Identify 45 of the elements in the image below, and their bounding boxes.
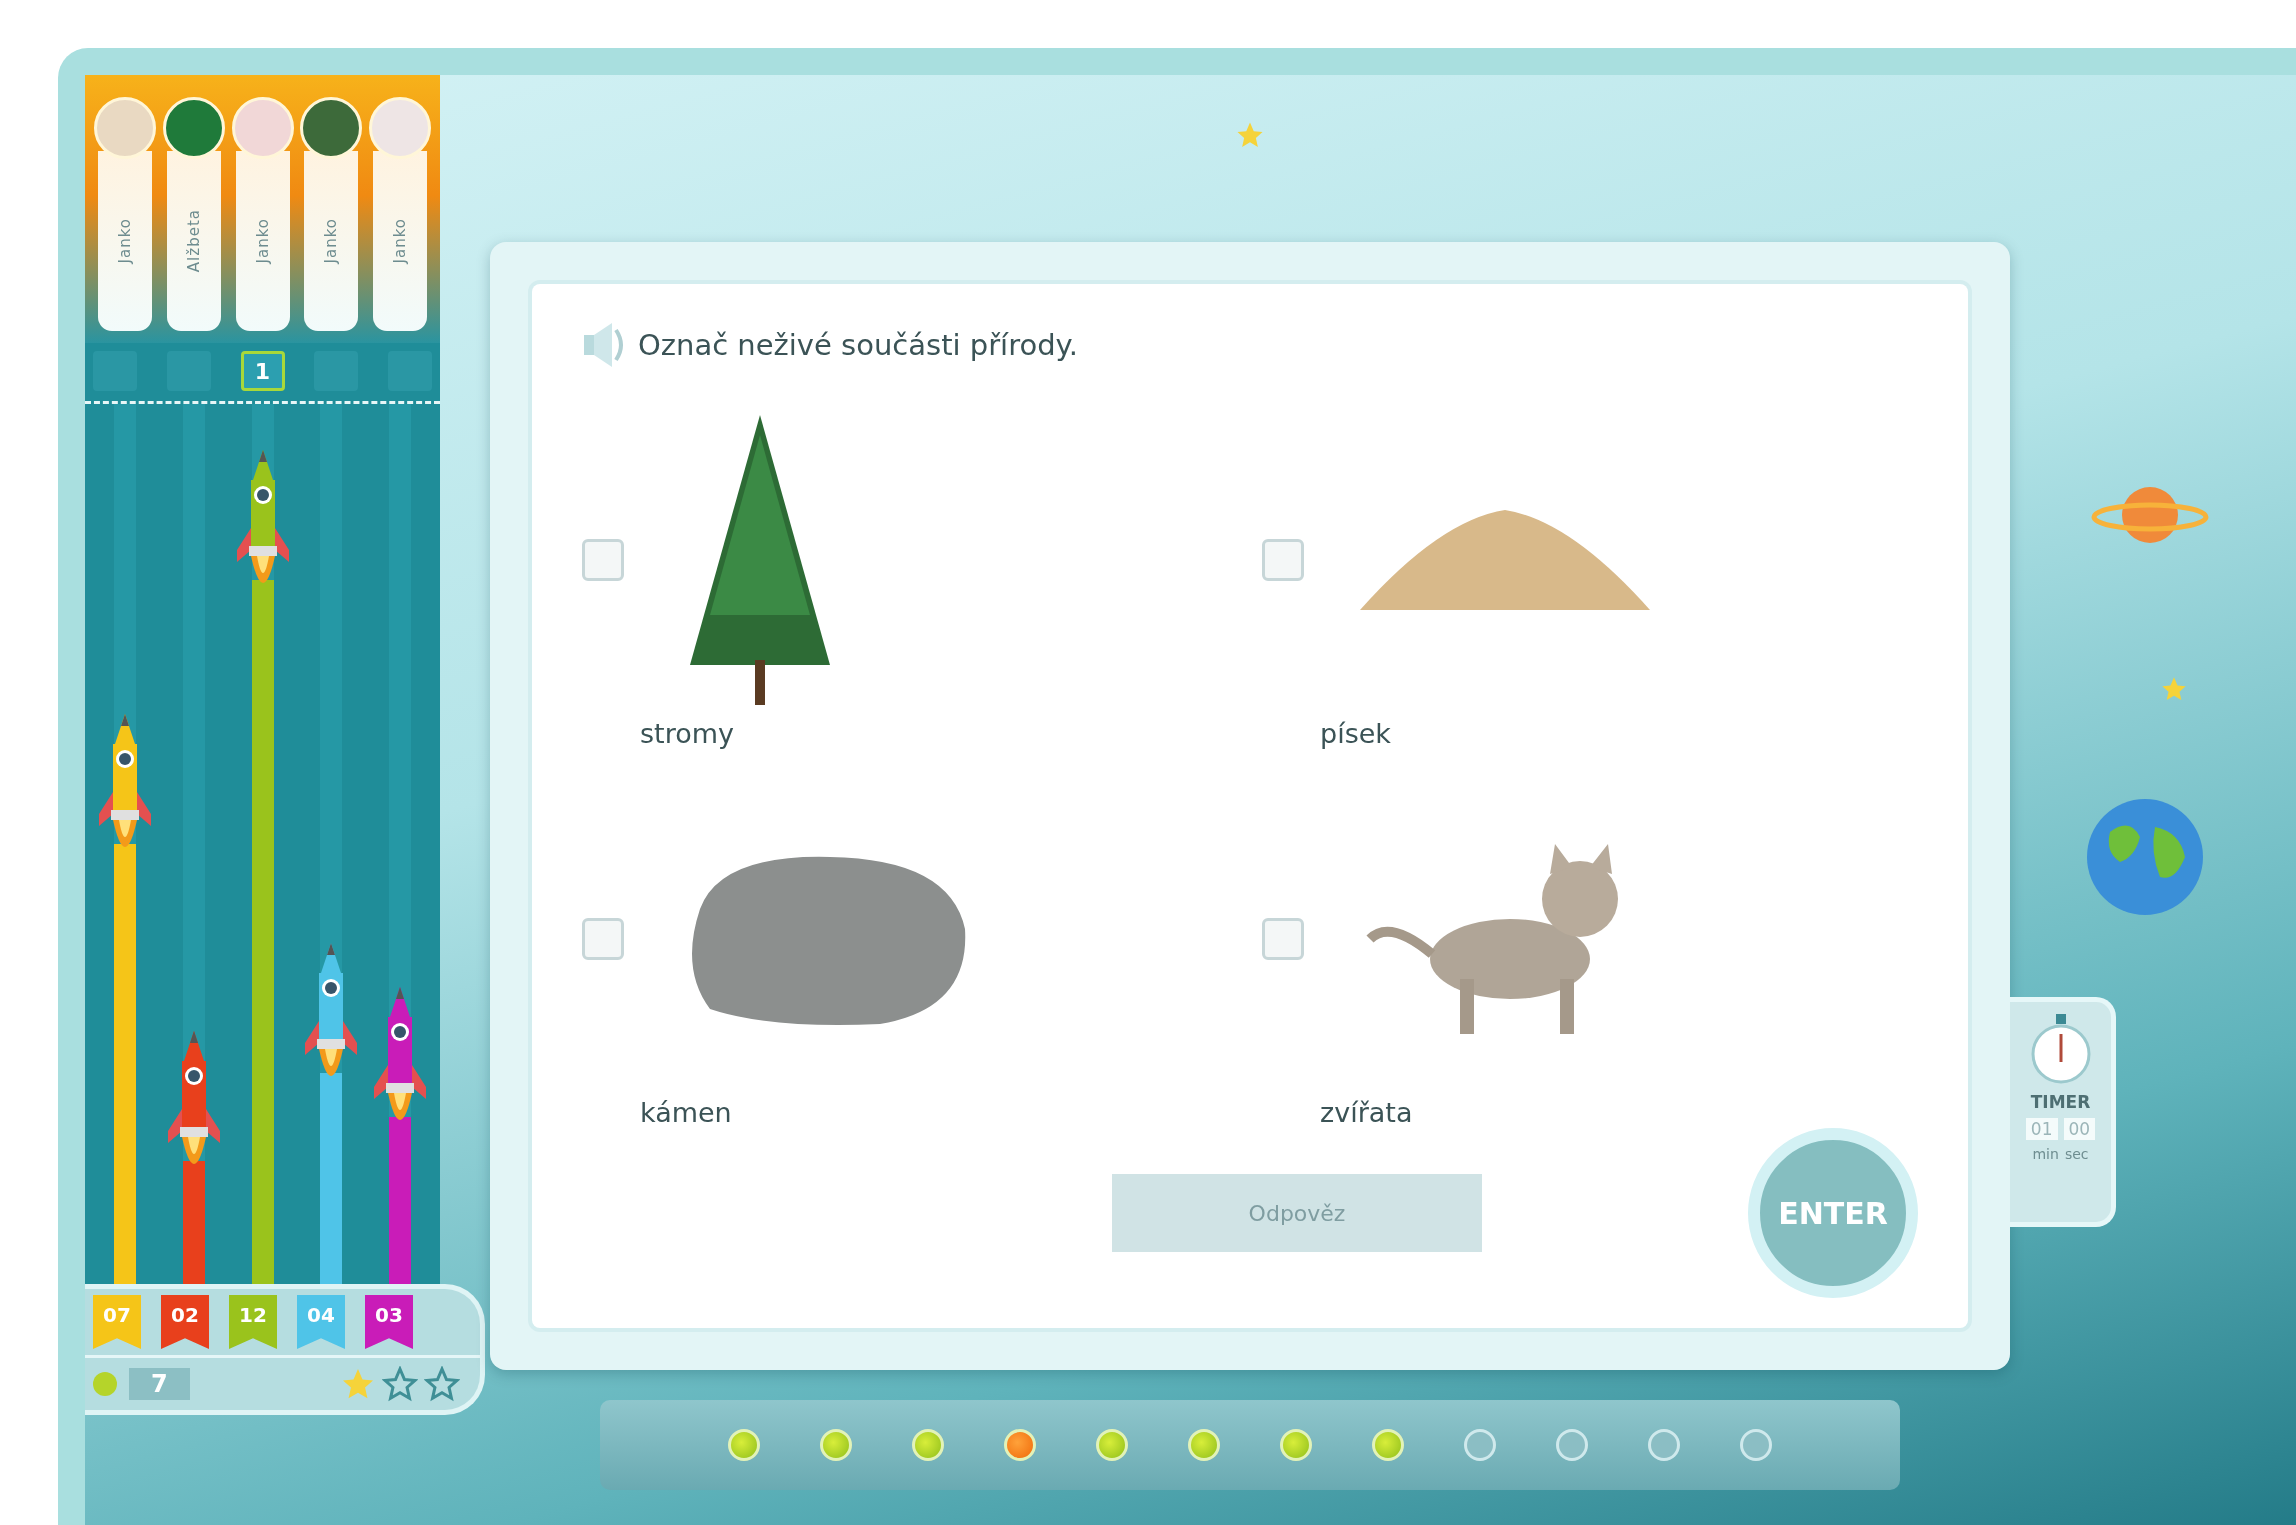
progress-dot (820, 1429, 852, 1461)
player-name: Janko (253, 218, 272, 264)
progress-dot (728, 1429, 760, 1461)
progress-dot (1096, 1429, 1128, 1461)
score-ribbon: 07 (93, 1295, 141, 1349)
checkbox[interactable] (582, 918, 624, 960)
score-ribbon: 02 (161, 1295, 209, 1349)
option-label: kámen (640, 1097, 732, 1128)
star-icon (382, 1366, 418, 1402)
coin-icon (93, 1372, 117, 1396)
player-name: Janko (391, 218, 409, 264)
timer-title: TIMER (2030, 1092, 2091, 1112)
timer-seconds: 00 (2063, 1118, 2096, 1140)
star-icon (424, 1366, 460, 1402)
player-name: Janko (116, 218, 134, 264)
progress-dot (1648, 1429, 1680, 1461)
progress-dot (1372, 1429, 1404, 1461)
star-icon (2160, 675, 2188, 703)
progress-dot (1464, 1429, 1496, 1461)
progress-dot (1740, 1429, 1772, 1461)
option-label: zvířata (1320, 1097, 1413, 1128)
score-ribbon: 04 (297, 1295, 345, 1349)
progress-dot (1188, 1429, 1220, 1461)
coin-count: 7 (129, 1368, 190, 1400)
checkbox[interactable] (1262, 918, 1304, 960)
timer-minutes: 01 (2025, 1118, 2058, 1140)
score-ribbon: 12 (229, 1295, 277, 1349)
progress-dot (912, 1429, 944, 1461)
minutes-label: min (2032, 1146, 2059, 1162)
option-label: stromy (640, 718, 734, 749)
progress-dot (1004, 1429, 1036, 1461)
progress-dot (1280, 1429, 1312, 1461)
checkbox[interactable] (1262, 539, 1304, 581)
rank-box: 1 (240, 351, 285, 391)
player-name: Alžbeta (184, 209, 203, 273)
checkbox[interactable] (582, 539, 624, 581)
progress-dot (1556, 1429, 1588, 1461)
seconds-label: sec (2064, 1146, 2089, 1162)
player-name: Janko (322, 218, 341, 264)
question-text: Označ neživé součásti přírody. (638, 328, 1078, 362)
option-label: písek (1320, 718, 1391, 749)
enter-button[interactable]: ENTER (1748, 1128, 1918, 1298)
globe-icon (2085, 797, 2205, 917)
score-ribbon: 03 (365, 1295, 413, 1349)
speaker-icon[interactable] (582, 320, 626, 370)
